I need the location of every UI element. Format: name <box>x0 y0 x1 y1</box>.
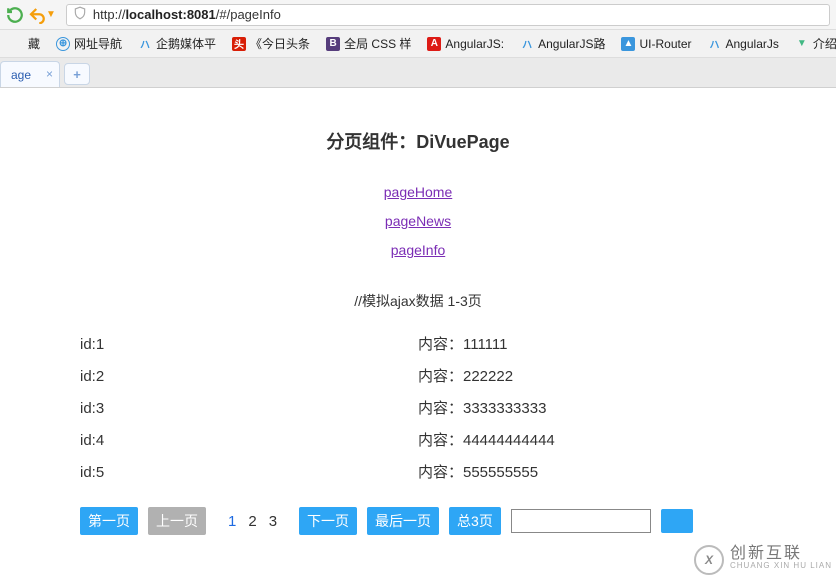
page-numbers: 123 <box>216 513 289 530</box>
bookmark-label: 介绍 - vue <box>813 35 836 52</box>
tab-title: age <box>11 68 31 82</box>
first-page-button[interactable]: 第一页 <box>80 507 138 535</box>
bookmark-item[interactable]: ⊕ 网址导航 <box>50 33 128 54</box>
browser-tab[interactable]: age × <box>0 61 60 87</box>
angular2-icon: ハ <box>520 37 534 51</box>
vue-icon: ▼ <box>795 37 809 51</box>
bookmark-item[interactable]: ▼ 介绍 - vue <box>789 33 836 54</box>
toutiao-icon: 头 <box>232 37 246 51</box>
shield-icon <box>73 6 87 23</box>
bookmark-item[interactable]: ハ企鹅媒体平 <box>132 33 222 54</box>
row-content: 内容：555555555 <box>418 457 756 489</box>
page-title: 分页组件：DiVuePage <box>80 128 756 154</box>
bookmark-item[interactable]: ハ AngularJs <box>702 35 785 53</box>
table-row: id:1内容：111111 <box>80 329 756 361</box>
table-row: id:4内容：44444444444 <box>80 425 756 457</box>
row-content: 内容：222222 <box>418 361 756 393</box>
watermark-brand: 创新互联 <box>730 548 832 560</box>
angular-icon: A <box>427 37 441 51</box>
row-id: id:1 <box>80 329 418 361</box>
row-id: id:2 <box>80 361 418 393</box>
watermark: X 创新互联 CHUANG XIN HU LIAN <box>694 545 832 575</box>
page-number[interactable]: 2 <box>248 513 256 530</box>
last-page-button[interactable]: 最后一页 <box>367 507 439 535</box>
refresh-icon[interactable] <box>6 6 24 24</box>
penguin-icon: ハ <box>138 37 152 51</box>
page-number[interactable]: 3 <box>269 513 277 530</box>
none-icon <box>10 37 24 51</box>
angular2-icon: ハ <box>708 37 722 51</box>
bookmark-label: 企鹅媒体平 <box>156 35 216 52</box>
bookmarks-bar: 藏⊕网址导航ハ企鹅媒体平头《今日头条B全局 CSS 样AAngularJS:ハA… <box>0 30 836 58</box>
row-id: id:4 <box>80 425 418 457</box>
nav-link-pagenews[interactable]: pageNews <box>385 213 451 229</box>
bookmark-label: AngularJs <box>726 37 779 51</box>
browser-toolbar: ▼ http://localhost:8081/#/pageInfo <box>0 0 836 30</box>
row-content: 内容：111111 <box>418 329 756 361</box>
back-icon[interactable] <box>28 6 46 24</box>
uirouter-icon: ▲ <box>621 37 635 51</box>
row-content: 内容：3333333333 <box>418 393 756 425</box>
table-row: id:5内容：555555555 <box>80 457 756 489</box>
page-content: 分页组件：DiVuePage pageHomepageNewspageInfo … <box>0 88 836 535</box>
ajax-note: //模拟ajax数据 1-3页 <box>80 291 756 311</box>
nav-link-pagehome[interactable]: pageHome <box>384 184 453 200</box>
bookmark-label: 全局 CSS 样 <box>344 35 411 52</box>
globe-icon: ⊕ <box>56 37 70 51</box>
bookmark-label: AngularJS路 <box>538 35 605 52</box>
go-button[interactable] <box>661 509 693 533</box>
bookmark-label: UI-Router <box>639 37 691 51</box>
watermark-logo-icon: X <box>694 545 724 575</box>
bookmark-label: 藏 <box>28 35 40 52</box>
total-pages-label: 总3页 <box>449 507 501 535</box>
bookmark-label: 《今日头条 <box>250 35 310 52</box>
close-icon[interactable]: × <box>46 67 53 81</box>
pagination: 第一页 上一页 123 下一页 最后一页 总3页 <box>80 507 756 535</box>
page-number[interactable]: 1 <box>228 513 236 530</box>
page-input[interactable] <box>511 509 651 533</box>
nav-link-pageinfo[interactable]: pageInfo <box>391 242 446 258</box>
row-id: id:5 <box>80 457 418 489</box>
bookmark-item[interactable]: ハ AngularJS路 <box>514 33 611 54</box>
tab-strip: age × + <box>0 58 836 88</box>
watermark-sub: CHUANG XIN HU LIAN <box>730 560 832 572</box>
url-bar[interactable]: http://localhost:8081/#/pageInfo <box>66 4 830 26</box>
new-tab-button[interactable]: + <box>64 63 90 85</box>
bookmark-label: AngularJS: <box>445 37 504 51</box>
table-row: id:3内容：3333333333 <box>80 393 756 425</box>
bookmark-item[interactable]: B 全局 CSS 样 <box>320 33 417 54</box>
bookmark-label: 网址导航 <box>74 35 122 52</box>
table-row: id:2内容：222222 <box>80 361 756 393</box>
row-id: id:3 <box>80 393 418 425</box>
bookmark-item[interactable]: ▲ UI-Router <box>615 35 697 53</box>
row-content: 内容：44444444444 <box>418 425 756 457</box>
bookmark-item[interactable]: A AngularJS: <box>421 35 510 53</box>
next-page-button[interactable]: 下一页 <box>299 507 357 535</box>
back-dropdown-icon[interactable]: ▼ <box>46 9 56 20</box>
bookmark-item[interactable]: 头《今日头条 <box>226 33 316 54</box>
nav-links: pageHome pageNews pageInfo <box>80 178 756 265</box>
bootstrap-icon: B <box>326 37 340 51</box>
prev-page-button[interactable]: 上一页 <box>148 507 206 535</box>
bookmark-item[interactable]: 藏 <box>4 33 46 54</box>
url-text: http://localhost:8081/#/pageInfo <box>93 7 281 22</box>
